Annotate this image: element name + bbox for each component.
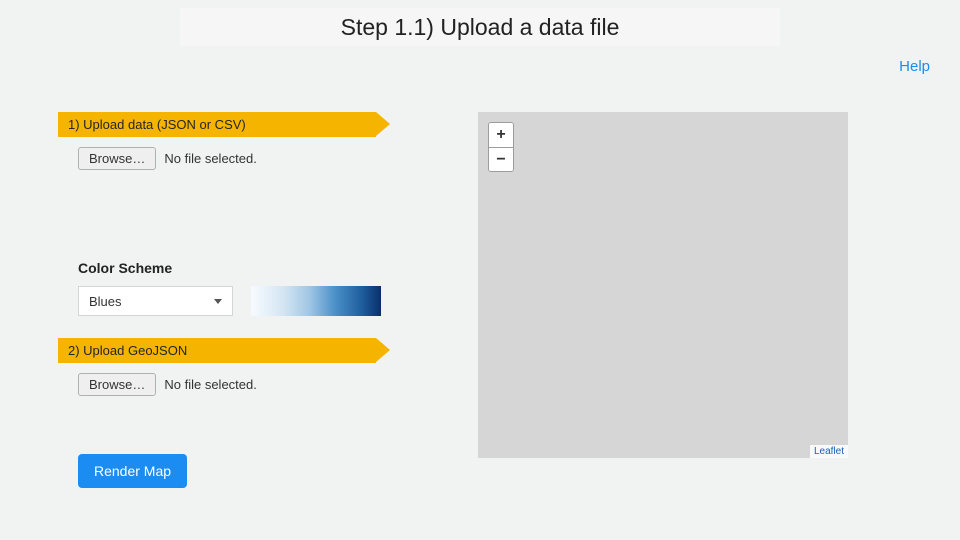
step1-file-row: Browse… No file selected. xyxy=(78,147,458,170)
step2-file-row: Browse… No file selected. xyxy=(78,373,458,396)
left-panel: 1) Upload data (JSON or CSV) Browse… No … xyxy=(58,112,458,488)
zoom-out-button[interactable]: − xyxy=(489,147,513,171)
browse-geojson-button[interactable]: Browse… xyxy=(78,373,156,396)
page-title: Step 1.1) Upload a data file xyxy=(180,8,780,46)
step2-ribbon: 2) Upload GeoJSON xyxy=(58,338,376,363)
render-map-button[interactable]: Render Map xyxy=(78,454,187,488)
color-scheme-select[interactable]: Blues xyxy=(78,286,233,316)
color-swatch-preview xyxy=(251,286,381,316)
zoom-control: + − xyxy=(488,122,514,172)
color-scheme-section: Color Scheme Blues xyxy=(78,260,458,316)
step2-file-status: No file selected. xyxy=(164,377,257,392)
step1-ribbon: 1) Upload data (JSON or CSV) xyxy=(58,112,376,137)
caret-down-icon xyxy=(214,299,222,304)
map-attribution[interactable]: Leaflet xyxy=(810,445,848,458)
help-link[interactable]: Help xyxy=(899,58,930,75)
color-scheme-label: Color Scheme xyxy=(78,260,458,276)
color-scheme-selected: Blues xyxy=(89,294,122,309)
map-panel[interactable]: + − Leaflet xyxy=(478,112,848,458)
zoom-in-button[interactable]: + xyxy=(489,123,513,147)
browse-data-button[interactable]: Browse… xyxy=(78,147,156,170)
step1-file-status: No file selected. xyxy=(164,151,257,166)
